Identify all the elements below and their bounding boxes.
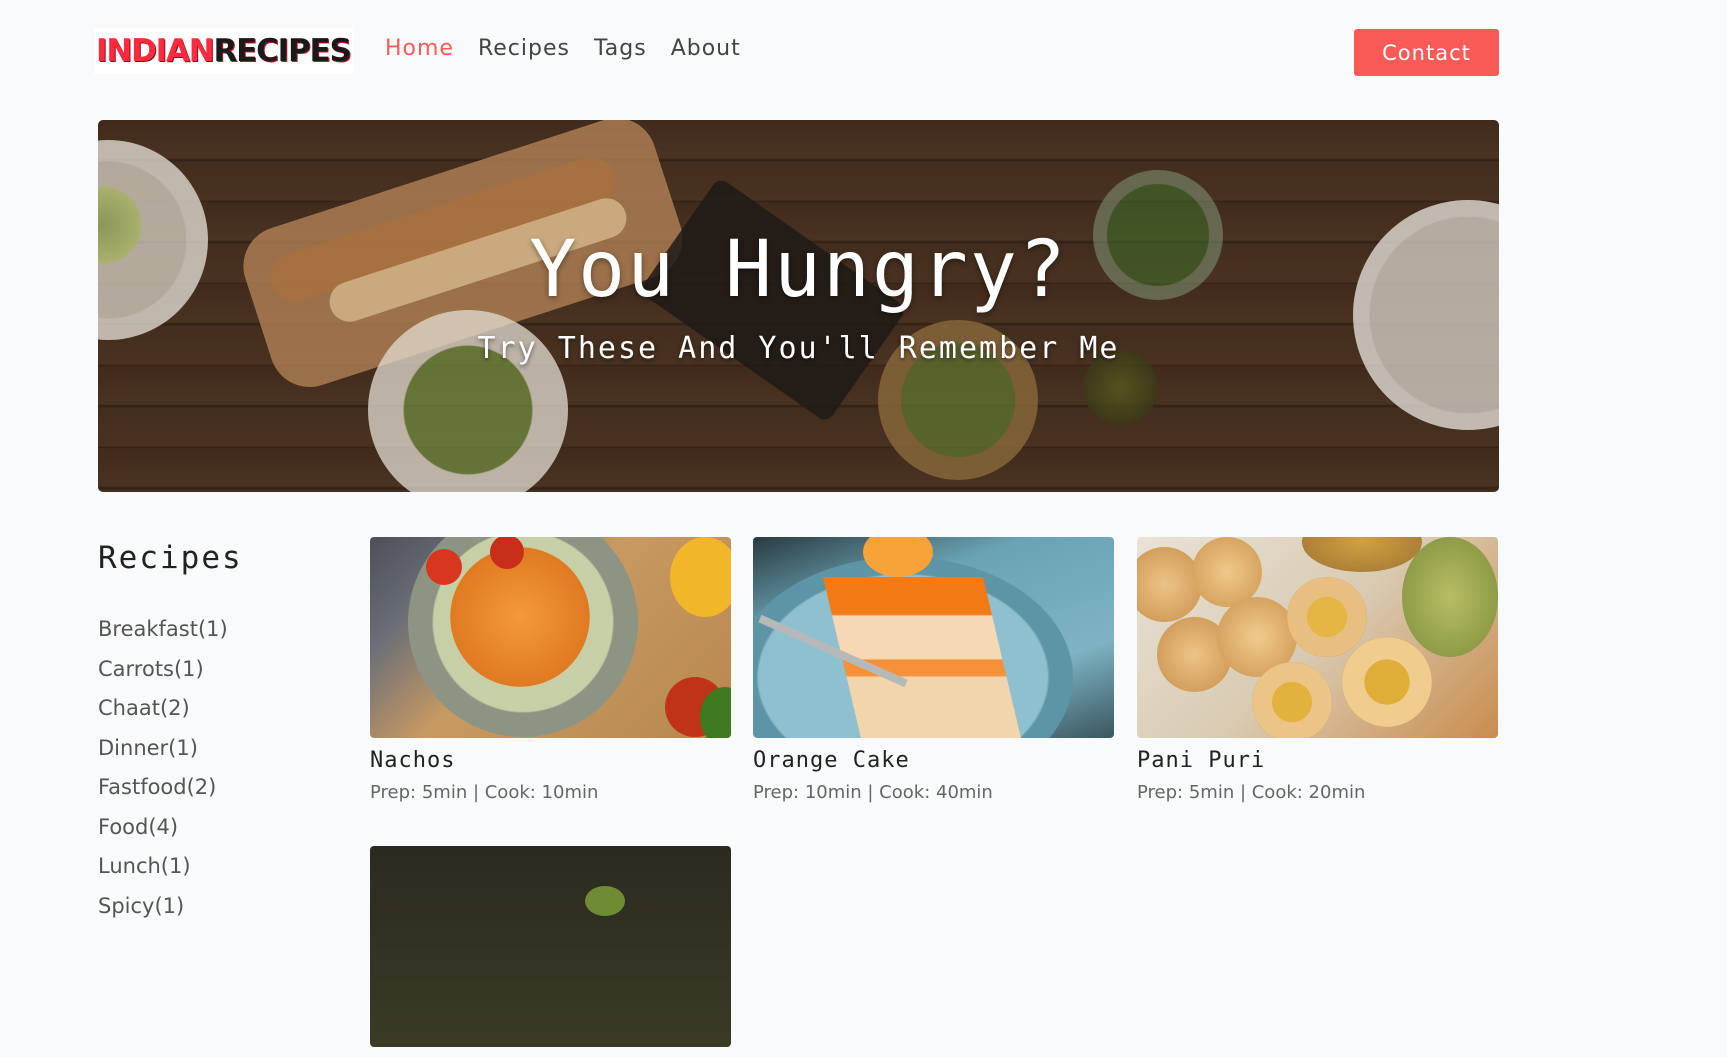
main-nav: Home Recipes Tags About	[385, 36, 741, 61]
tag-item-carrots[interactable]: Carrots(1)	[98, 657, 228, 697]
recipe-title[interactable]: Nachos	[370, 748, 731, 773]
tag-item-lunch[interactable]: Lunch(1)	[98, 854, 228, 894]
nav-link-recipes[interactable]: Recipes	[478, 36, 570, 61]
recipe-meta: Prep: 5min | Cook: 20min	[1137, 782, 1366, 803]
tag-list: Breakfast(1) Carrots(1) Chaat(2) Dinner(…	[98, 617, 228, 933]
logo-text-recipes: RECIPES	[213, 32, 351, 69]
tag-item-chaat[interactable]: Chaat(2)	[98, 696, 228, 736]
recipe-card-nachos[interactable]: Nachos Prep: 5min | Cook: 10min	[370, 537, 731, 803]
recipe-image-partial[interactable]	[370, 846, 731, 1047]
recipe-card-orange-cake[interactable]: Orange Cake Prep: 10min | Cook: 40min	[753, 537, 1114, 803]
hero-subtitle: Try These And You'll Remember Me	[477, 331, 1120, 366]
nav-link-tags[interactable]: Tags	[594, 36, 647, 61]
recipe-card-partial[interactable]	[370, 846, 731, 1057]
site-logo[interactable]: INDIAN RECIPES	[94, 28, 353, 74]
tag-item-food[interactable]: Food(4)	[98, 815, 228, 855]
recipe-image-nachos[interactable]	[370, 537, 731, 738]
sidebar-title: Recipes	[98, 540, 243, 576]
nav-link-about[interactable]: About	[671, 36, 741, 61]
recipe-meta: Prep: 10min | Cook: 40min	[753, 782, 993, 803]
hero-title: You Hungry?	[529, 225, 1068, 315]
recipe-title[interactable]: Orange Cake	[753, 748, 1114, 773]
contact-button[interactable]: Contact	[1354, 29, 1499, 76]
recipe-card-pani-puri[interactable]: Pani Puri Prep: 5min | Cook: 20min	[1137, 537, 1498, 803]
tag-item-fastfood[interactable]: Fastfood(2)	[98, 775, 228, 815]
recipe-title[interactable]: Pani Puri	[1137, 748, 1498, 773]
recipe-image-pani-puri[interactable]	[1137, 537, 1498, 738]
recipe-image-orange-cake[interactable]	[753, 537, 1114, 738]
recipe-meta: Prep: 5min | Cook: 10min	[370, 782, 599, 803]
tag-item-dinner[interactable]: Dinner(1)	[98, 736, 228, 776]
hero-banner: You Hungry? Try These And You'll Remembe…	[98, 120, 1499, 492]
tag-item-breakfast[interactable]: Breakfast(1)	[98, 617, 228, 657]
tag-item-spicy[interactable]: Spicy(1)	[98, 894, 228, 934]
nav-link-home[interactable]: Home	[385, 36, 454, 61]
logo-text-indian: INDIAN	[96, 32, 215, 69]
